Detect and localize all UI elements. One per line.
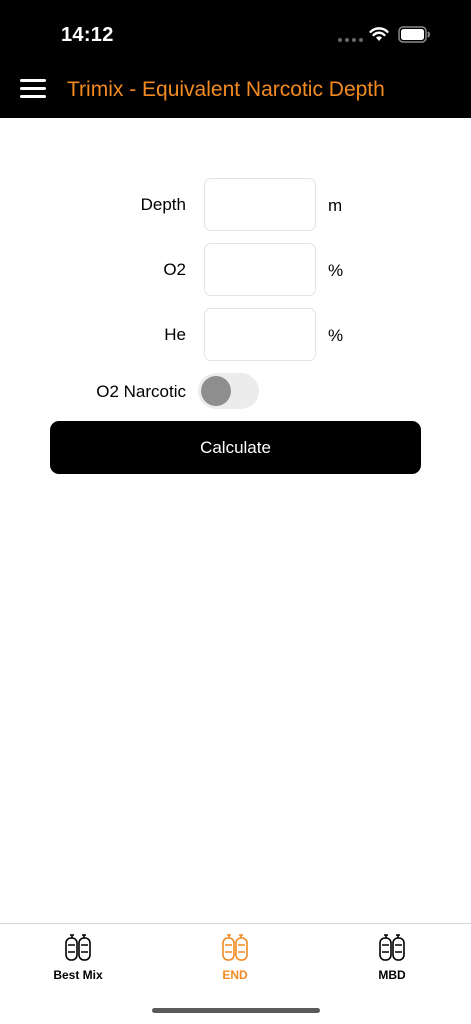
o2-label: O2	[163, 260, 186, 279]
depth-input[interactable]	[204, 178, 316, 231]
app-header: 14:12 Trimix - Equivalent Narcotic Depth	[0, 0, 471, 118]
toggle-knob	[201, 376, 231, 406]
he-unit: %	[328, 326, 344, 345]
tank-icon	[379, 934, 405, 961]
calculate-button[interactable]: Calculate	[50, 421, 421, 474]
o2-narcotic-toggle[interactable]	[198, 373, 259, 409]
he-input[interactable]	[204, 308, 316, 361]
depth-label: Depth	[140, 195, 186, 214]
tab-label: Best Mix	[53, 968, 103, 982]
page-title: Trimix - Equivalent Narcotic Depth	[67, 78, 385, 101]
tab-mbd[interactable]: MBD	[342, 932, 442, 984]
home-indicator	[152, 1008, 320, 1013]
he-label: He	[164, 325, 186, 344]
status-time: 14:12	[61, 24, 114, 46]
tab-best-mix[interactable]: Best Mix	[28, 932, 128, 984]
o2-narcotic-label: O2 Narcotic	[96, 382, 186, 401]
tab-end[interactable]: END	[185, 932, 285, 984]
tab-label: MBD	[378, 968, 406, 982]
cellular-signal-icon	[338, 38, 363, 42]
o2-unit: %	[328, 261, 344, 280]
battery-icon	[398, 26, 430, 43]
hamburger-menu-icon[interactable]	[20, 79, 46, 99]
tank-icon	[222, 934, 248, 961]
tank-icon	[65, 934, 91, 961]
o2-input[interactable]	[204, 243, 316, 296]
tab-label: END	[222, 968, 248, 982]
wifi-icon	[369, 27, 389, 41]
depth-unit: m	[328, 196, 343, 215]
